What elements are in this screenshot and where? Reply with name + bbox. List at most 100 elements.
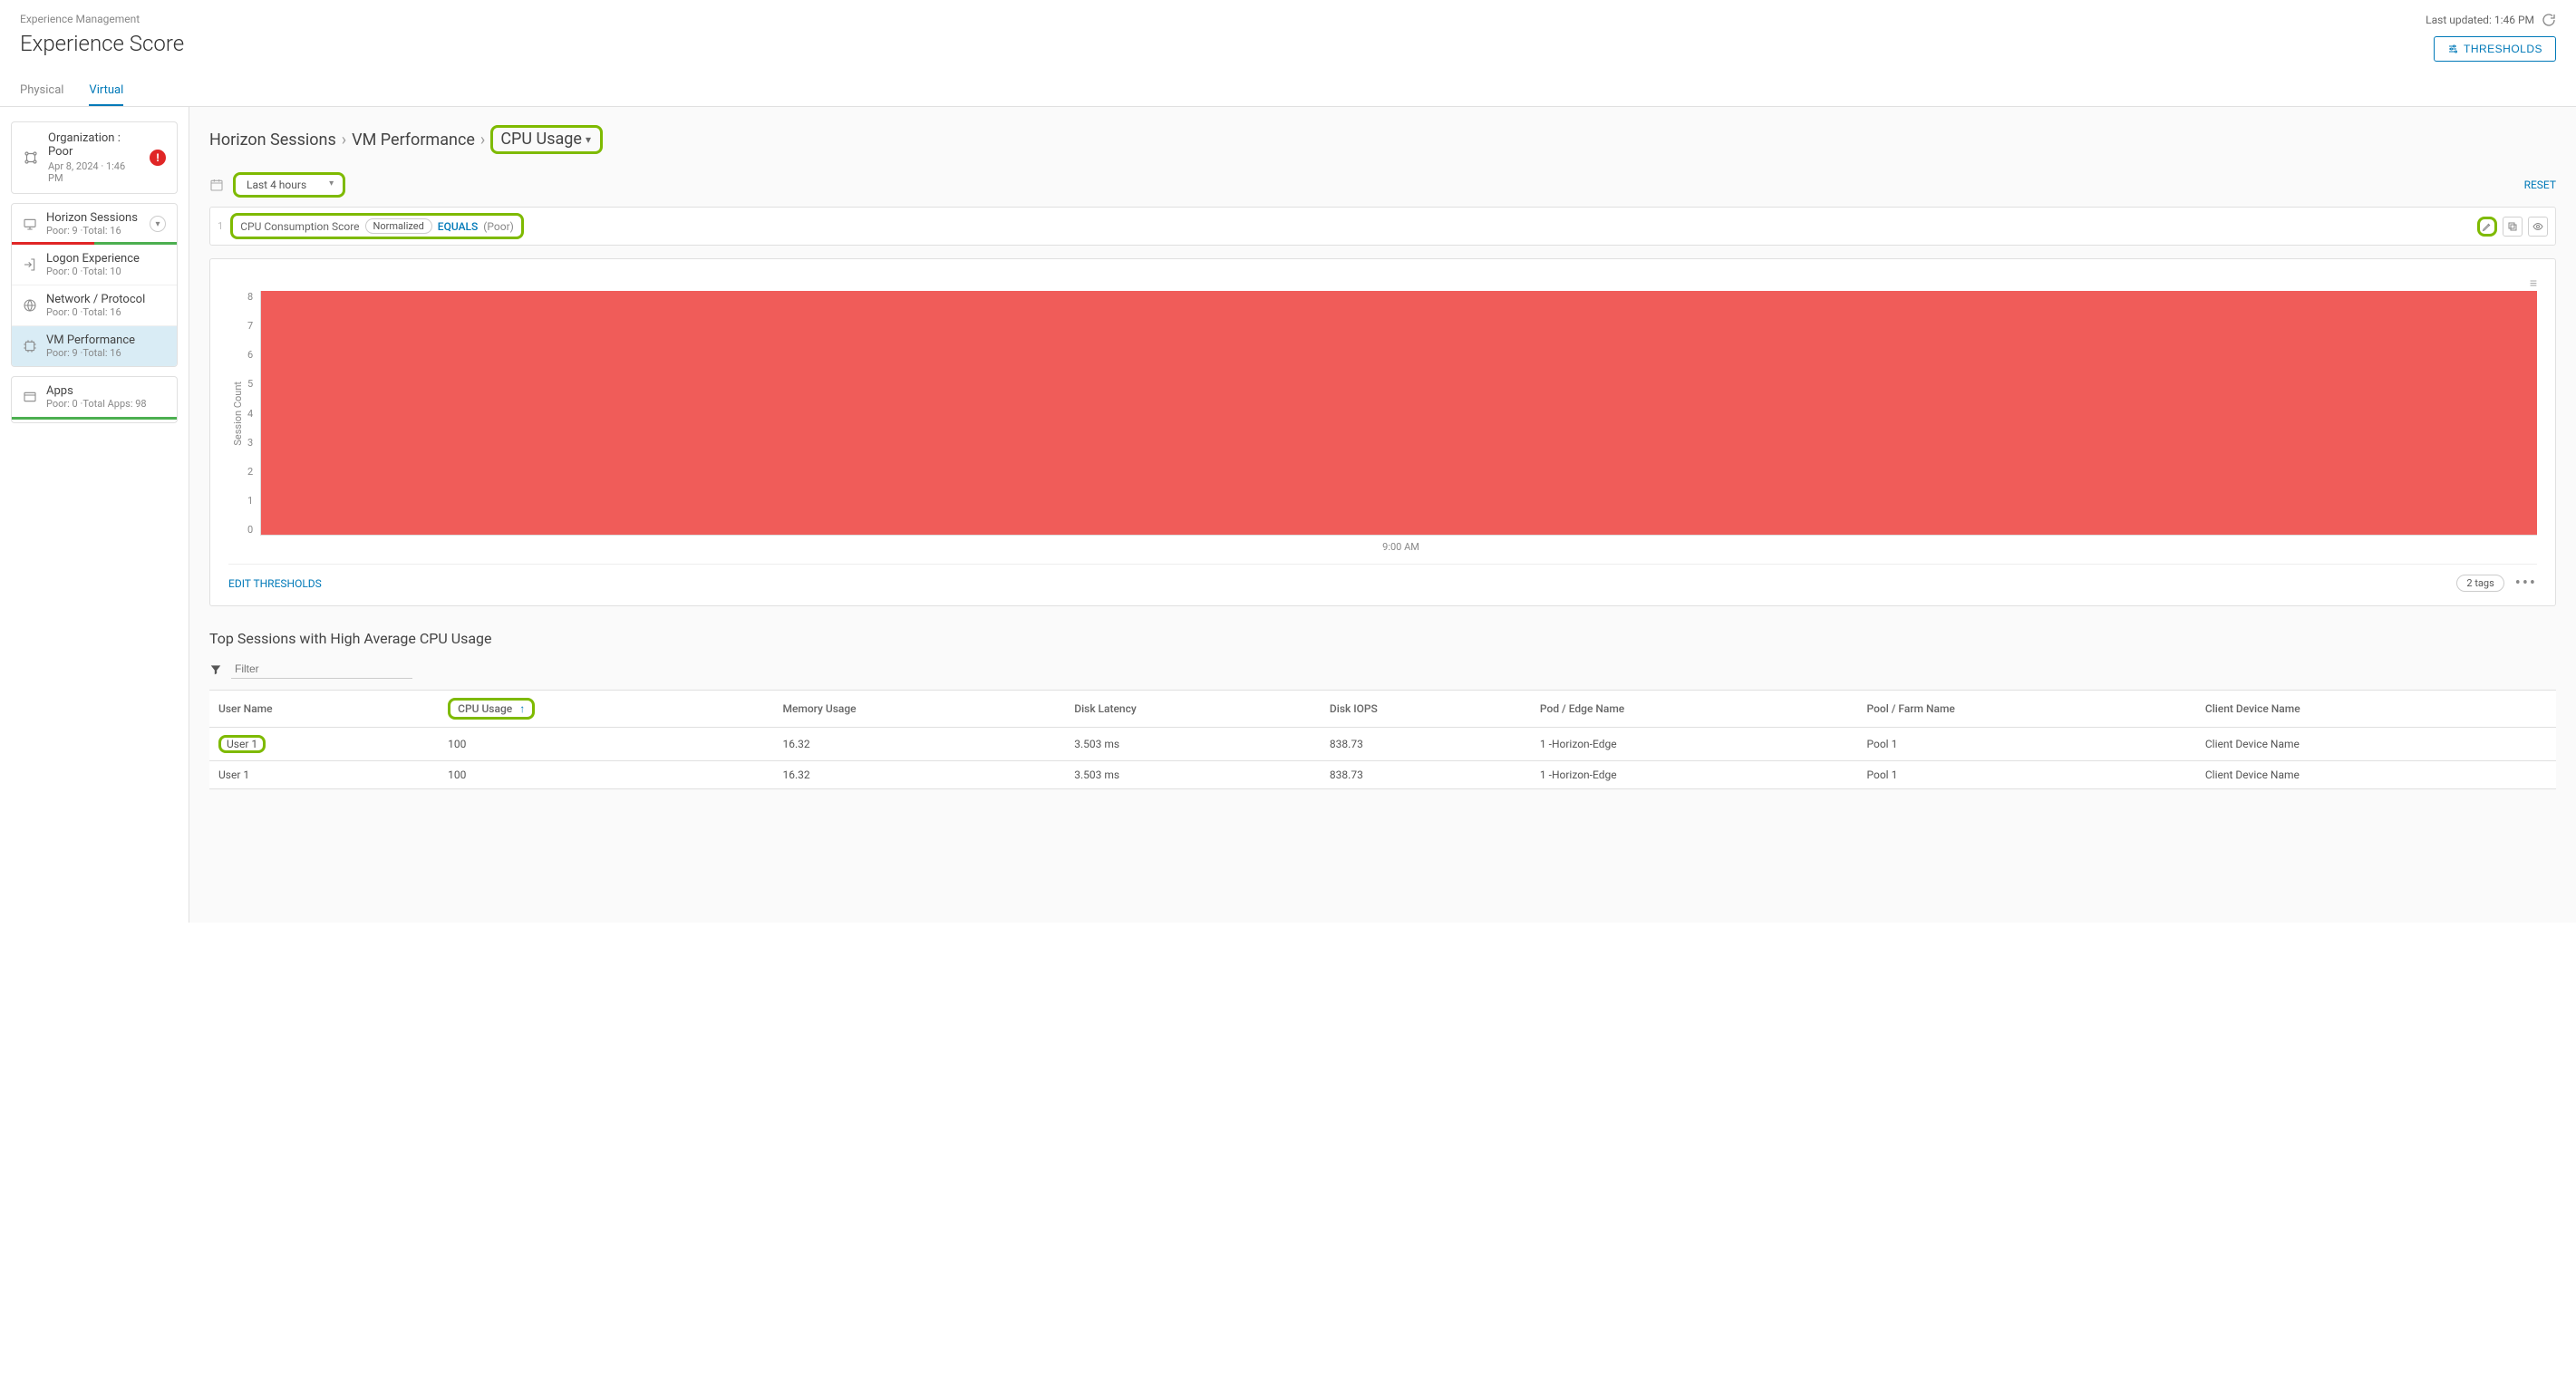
tab-physical[interactable]: Physical	[20, 76, 63, 106]
xtick: 9:00 AM	[1382, 541, 1419, 553]
ytick: 1	[247, 495, 253, 507]
crumb-vmperf[interactable]: VM Performance	[352, 130, 475, 150]
sidebar-apps-sub: Poor: 0 ·Total Apps: 98	[46, 398, 166, 410]
col-pool[interactable]: Pool / Farm Name	[1858, 691, 2196, 728]
col-mem[interactable]: Memory Usage	[773, 691, 1065, 728]
chevron-down-icon[interactable]: ▾	[150, 216, 166, 232]
sessions-table: User Name CPU Usage ↑ Memory Usage Disk …	[209, 690, 2556, 789]
chart-ylabel: Session Count	[228, 382, 247, 446]
chart-card: ≡ Session Count 8 7 6 5 4 3 2 1 0	[209, 258, 2556, 606]
sidebar-card-sessions: Horizon Sessions Poor: 9 ·Total: 16 ▾ Lo…	[11, 203, 178, 367]
mem-cell: 16.32	[773, 761, 1065, 789]
col-cpu[interactable]: CPU Usage ↑	[439, 691, 773, 728]
last-updated-label: Last updated: 1:46 PM	[2426, 14, 2534, 26]
sidebar-org-title: Organization : Poor	[48, 131, 140, 159]
pool-cell: Pool 1	[1858, 761, 2196, 789]
chart-menu-icon[interactable]: ≡	[228, 276, 2537, 291]
pod-cell: 1 -Horizon-Edge	[1531, 761, 1858, 789]
sidebar: Organization : Poor Apr 8, 2024 · 1:46 P…	[0, 107, 189, 923]
table-row[interactable]: User 1 100 16.32 3.503 ms 838.73 1 -Hori…	[209, 761, 2556, 789]
eye-icon	[2532, 221, 2543, 232]
copy-filter-button[interactable]	[2503, 217, 2523, 237]
top-tabs: Physical Virtual	[0, 76, 2576, 107]
edit-thresholds-link[interactable]: EDIT THRESHOLDS	[228, 577, 322, 590]
col-client[interactable]: Client Device Name	[2196, 691, 2556, 728]
sidebar-item-horizon[interactable]: Horizon Sessions Poor: 9 ·Total: 16 ▾	[12, 204, 177, 245]
ytick: 3	[247, 437, 253, 449]
client-cell: Client Device Name	[2196, 761, 2556, 789]
sidebar-card-apps[interactable]: Apps Poor: 0 ·Total Apps: 98	[11, 376, 178, 423]
sidebar-item-vmperf[interactable]: VM Performance Poor: 9 ·Total: 16	[12, 326, 177, 366]
sidebar-horizon-title: Horizon Sessions	[46, 211, 140, 225]
cpu-cell: 100	[439, 728, 773, 761]
chevron-down-icon: ▾	[586, 133, 591, 146]
col-disk-latency[interactable]: Disk Latency	[1065, 691, 1321, 728]
main-content: Horizon Sessions › VM Performance › CPU …	[189, 107, 2576, 923]
crumb-horizon[interactable]: Horizon Sessions	[209, 130, 336, 150]
sessions-filter-input[interactable]	[231, 660, 412, 679]
apps-icon	[23, 390, 37, 404]
time-range-select[interactable]: Last 4 hours	[233, 172, 345, 198]
ytick: 5	[247, 378, 253, 390]
col-user[interactable]: User Name	[209, 691, 439, 728]
client-cell: Client Device Name	[2196, 728, 2556, 761]
page-header: Experience Management Experience Score L…	[0, 0, 2576, 62]
filter-operator: EQUALS	[438, 220, 478, 233]
sort-asc-icon: ↑	[519, 702, 525, 715]
thresholds-button-label: THRESHOLDS	[2464, 43, 2542, 55]
ytick: 7	[247, 320, 253, 332]
disk-iops-cell: 838.73	[1321, 728, 1531, 761]
filter-metric-label: CPU Consumption Score	[240, 220, 359, 233]
app-breadcrumb: Experience Management	[20, 13, 184, 25]
more-menu-icon[interactable]: •••	[2515, 574, 2537, 593]
filter-pill[interactable]: CPU Consumption Score Normalized EQUALS …	[230, 213, 524, 239]
sidebar-apps-title: Apps	[46, 384, 166, 398]
pool-cell: Pool 1	[1858, 728, 2196, 761]
breadcrumb: Horizon Sessions › VM Performance › CPU …	[209, 125, 2556, 154]
sidebar-logon-sub: Poor: 0 ·Total: 10	[46, 266, 166, 277]
filter-normalized-pill: Normalized	[365, 218, 432, 234]
mem-cell: 16.32	[773, 728, 1065, 761]
vmperf-icon	[23, 339, 37, 353]
tags-pill[interactable]: 2 tags	[2456, 575, 2503, 592]
sidebar-vmperf-sub: Poor: 9 ·Total: 16	[46, 347, 166, 359]
last-updated: Last updated: 1:46 PM	[2426, 13, 2556, 27]
disk-lat-cell: 3.503 ms	[1065, 761, 1321, 789]
sessions-icon	[23, 217, 37, 231]
cpu-cell: 100	[439, 761, 773, 789]
alert-badge: !	[150, 150, 166, 166]
sidebar-org-sub: Apr 8, 2024 · 1:46 PM	[48, 160, 140, 184]
chart-series-poor	[261, 291, 2537, 535]
chart-plot	[260, 291, 2537, 536]
col-pod[interactable]: Pod / Edge Name	[1531, 691, 1858, 728]
col-disk-iops[interactable]: Disk IOPS	[1321, 691, 1531, 728]
ytick: 2	[247, 466, 253, 478]
table-header-row: User Name CPU Usage ↑ Memory Usage Disk …	[209, 691, 2556, 728]
sidebar-card-org[interactable]: Organization : Poor Apr 8, 2024 · 1:46 P…	[11, 121, 178, 194]
ytick: 0	[247, 524, 253, 536]
funnel-icon[interactable]	[209, 663, 222, 676]
table-row[interactable]: User 1 100 16.32 3.503 ms 838.73 1 -Hori…	[209, 728, 2556, 761]
disk-lat-cell: 3.503 ms	[1065, 728, 1321, 761]
reset-link[interactable]: RESET	[2524, 179, 2556, 191]
sidebar-item-network[interactable]: Network / Protocol Poor: 0 ·Total: 16	[12, 285, 177, 326]
thresholds-button[interactable]: THRESHOLDS	[2434, 36, 2556, 62]
filter-index: 1	[218, 220, 223, 232]
edit-filter-button[interactable]	[2477, 217, 2497, 237]
crumb-cpu-usage-dropdown[interactable]: CPU Usage ▾	[490, 125, 603, 154]
filter-value: (Poor)	[483, 220, 514, 233]
sidebar-vmperf-title: VM Performance	[46, 334, 166, 347]
tab-virtual[interactable]: Virtual	[89, 76, 123, 106]
network-icon	[23, 298, 37, 313]
pod-cell: 1 -Horizon-Edge	[1531, 728, 1858, 761]
chart-xaxis: 9:00 AM	[228, 541, 2537, 553]
refresh-icon[interactable]	[2542, 13, 2556, 27]
filter-bar: 1 CPU Consumption Score Normalized EQUAL…	[209, 207, 2556, 246]
hide-filter-button[interactable]	[2528, 217, 2548, 237]
user-cell[interactable]: User 1	[209, 761, 439, 789]
sidebar-item-logon[interactable]: Logon Experience Poor: 0 ·Total: 10	[12, 245, 177, 285]
chart-yaxis: 8 7 6 5 4 3 2 1 0	[247, 291, 260, 536]
user-cell[interactable]: User 1	[218, 735, 266, 753]
sessions-title: Top Sessions with High Average CPU Usage	[209, 630, 2556, 647]
disk-iops-cell: 838.73	[1321, 761, 1531, 789]
